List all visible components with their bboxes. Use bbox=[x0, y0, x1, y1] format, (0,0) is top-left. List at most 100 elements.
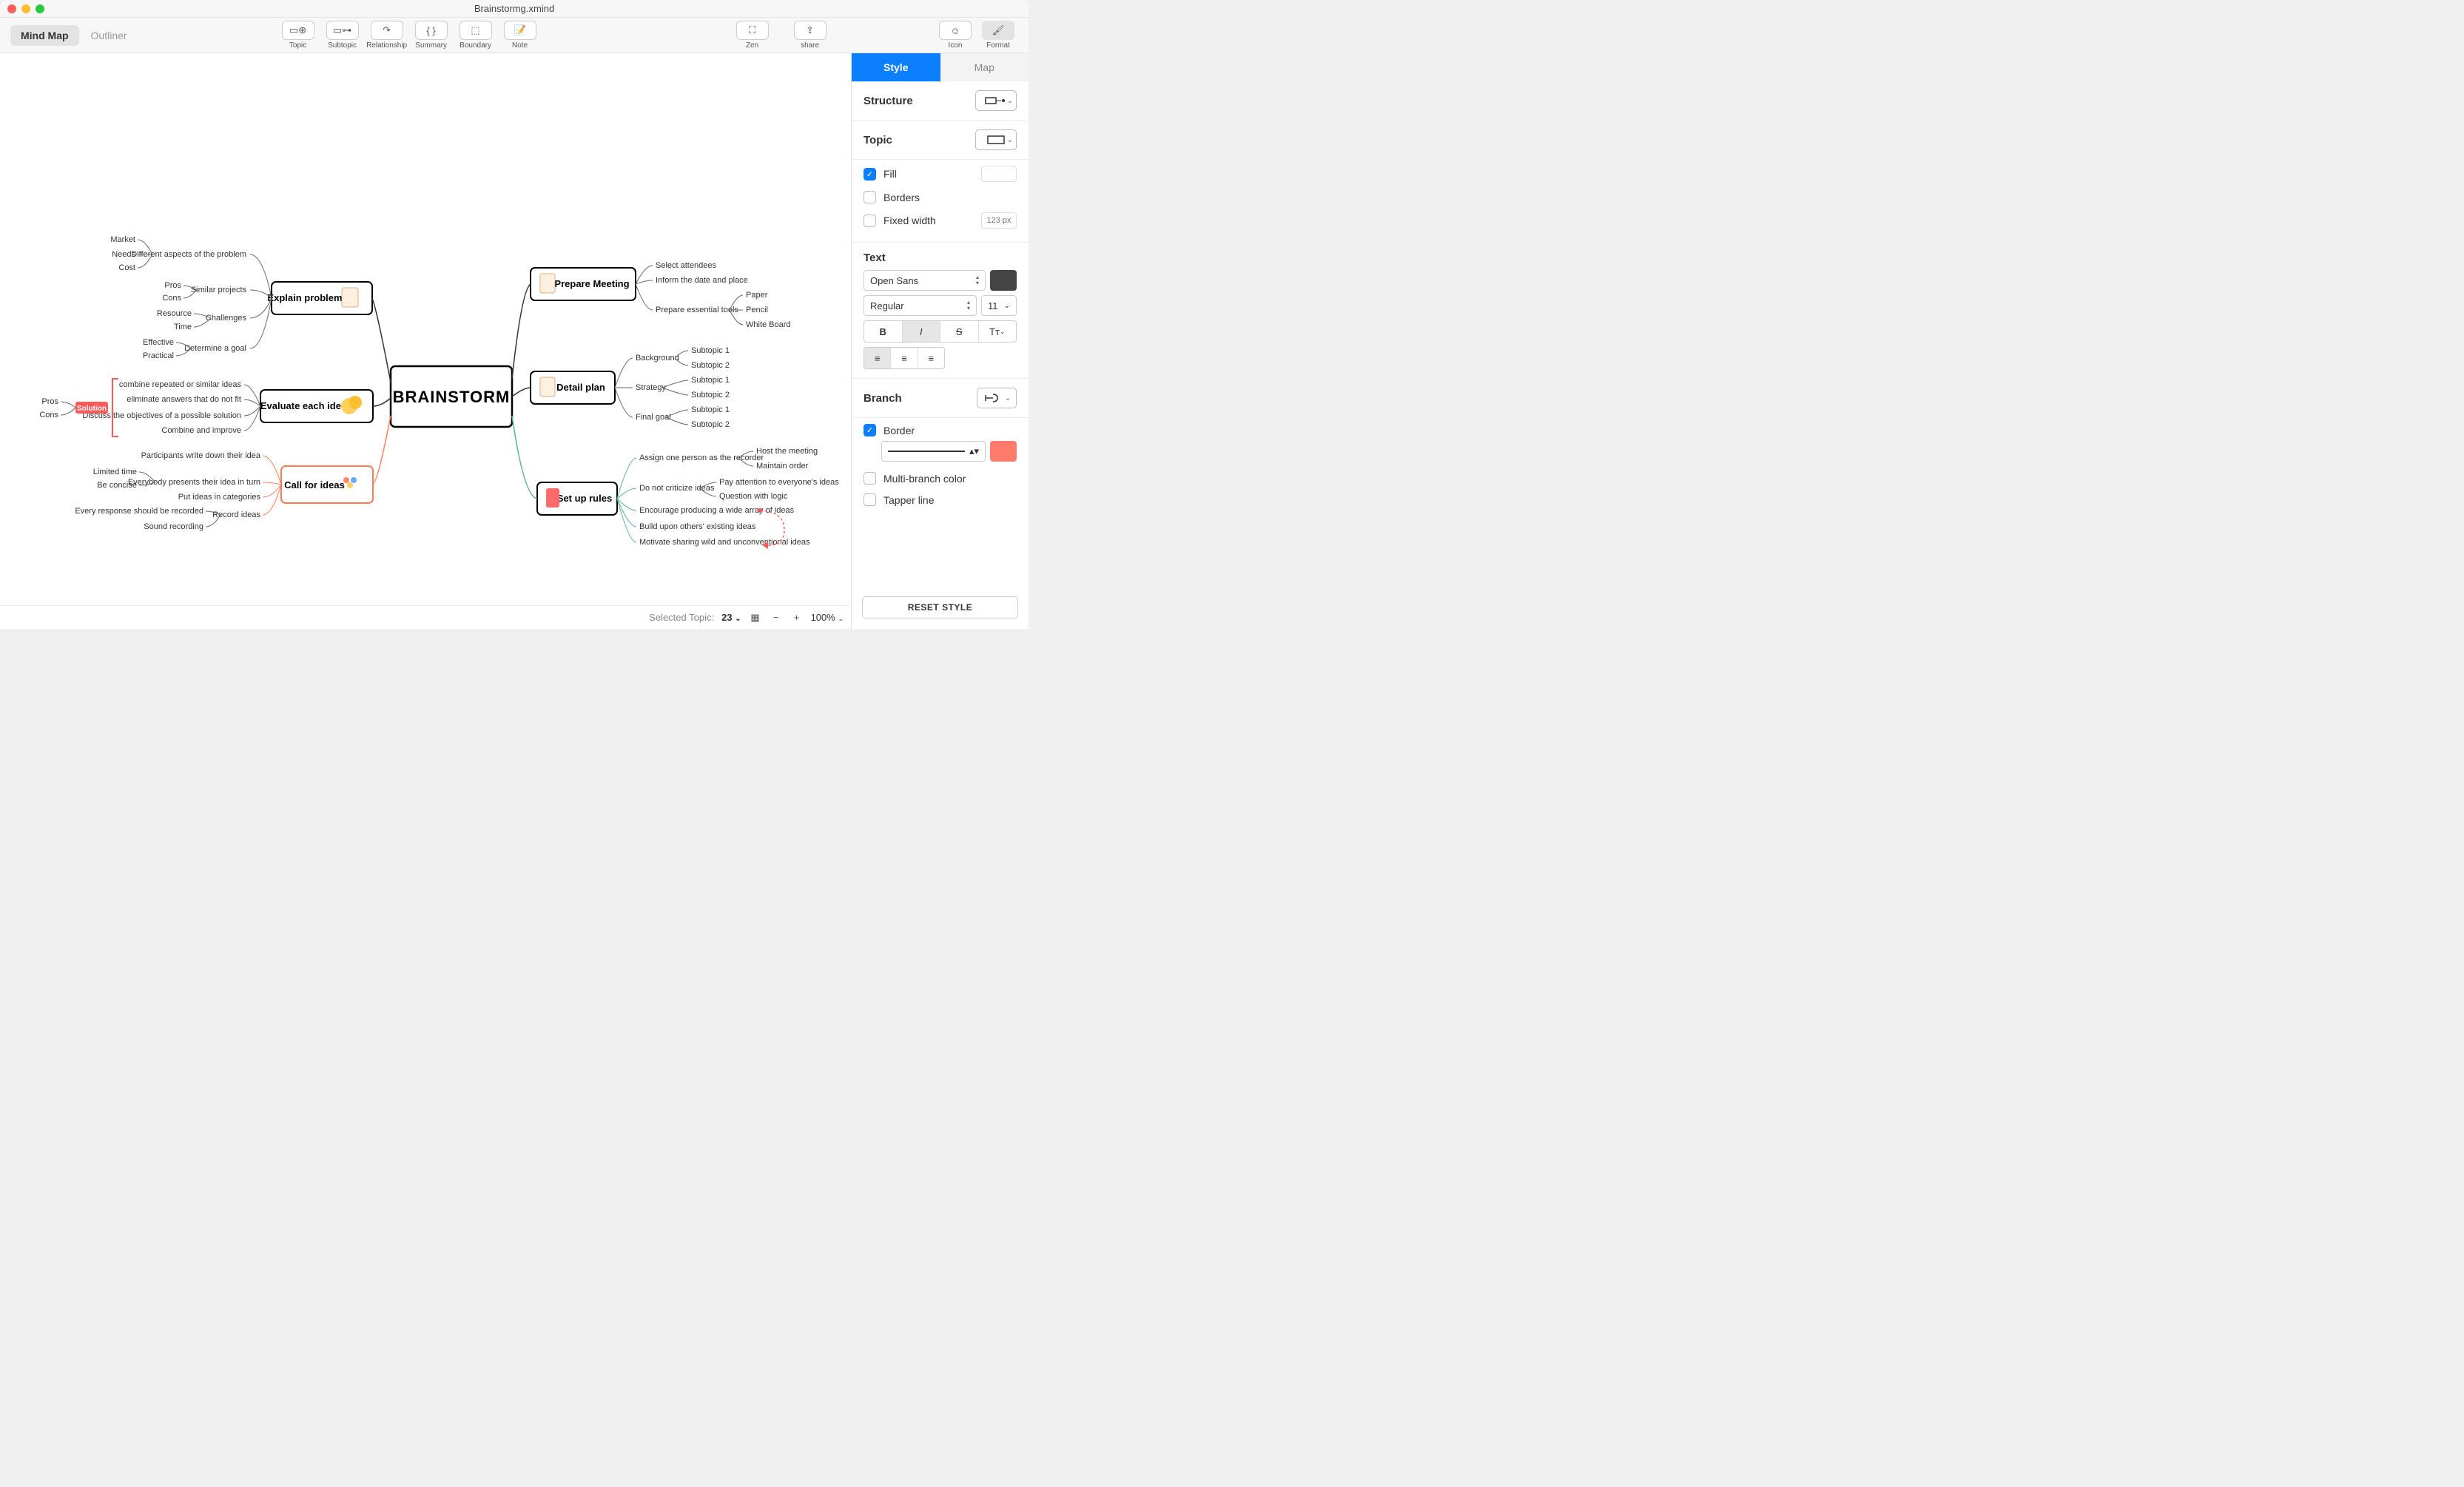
svg-text:Cons: Cons bbox=[162, 294, 181, 303]
structure-select[interactable]: ⌄ bbox=[975, 90, 1017, 111]
call-ideas-text: Call for ideas bbox=[284, 479, 345, 490]
text-case-button[interactable]: Tᴛ ⌄ bbox=[979, 321, 1017, 342]
svg-text:Resource: Resource bbox=[157, 309, 192, 318]
explain-problem-text: Explain problem bbox=[267, 292, 342, 303]
detail-plan-children: Background Strategy Final goal Subtopic … bbox=[615, 346, 730, 429]
branch-row: Branch ⌄ bbox=[852, 379, 1029, 418]
view-mindmap-tab[interactable]: Mind Map bbox=[10, 25, 79, 46]
border-color-swatch[interactable] bbox=[990, 441, 1017, 462]
maximize-window-button[interactable] bbox=[36, 4, 44, 13]
svg-text:Put ideas in categories: Put ideas in categories bbox=[178, 493, 261, 502]
svg-text:Pay attention to everyone's id: Pay attention to everyone's ideas bbox=[719, 478, 839, 487]
font-size-select[interactable]: 11⌄ bbox=[981, 295, 1017, 316]
view-toggle: Mind Map Outliner bbox=[10, 25, 138, 46]
bold-button[interactable]: B bbox=[864, 321, 903, 342]
call-ideas-children: Participants write down their idea Every… bbox=[75, 451, 281, 531]
topic-shape-select[interactable]: ⌄ bbox=[975, 129, 1017, 150]
traffic-lights bbox=[7, 4, 44, 13]
text-style-row: B I S Tᴛ ⌄ bbox=[864, 320, 1017, 343]
toolbar-icon-button[interactable]: ☺ Icon bbox=[935, 21, 975, 50]
svg-text:Sound recording: Sound recording bbox=[144, 522, 203, 531]
selected-topic-label: Selected Topic: bbox=[649, 612, 714, 623]
reset-style-button[interactable]: RESET STYLE bbox=[862, 596, 1018, 618]
align-center-button[interactable]: ≡ bbox=[891, 348, 918, 368]
book-icon bbox=[546, 488, 559, 508]
mindmap-canvas[interactable]: BRAINSTORM Explain problem Evaluate each… bbox=[0, 53, 851, 629]
svg-text:Practical: Practical bbox=[143, 351, 174, 360]
note-icon: 📝 bbox=[504, 21, 536, 40]
evaluate-children: combine repeated or similar ideas elimin… bbox=[82, 380, 260, 435]
structure-row: Structure ⌄ bbox=[852, 81, 1029, 121]
prepare-meeting-text: Prepare Meeting bbox=[554, 278, 629, 289]
toolbar-relationship-button[interactable]: ↷ Relationship bbox=[367, 21, 407, 50]
titlebar: Brainstormg.xmind bbox=[0, 0, 1029, 18]
relationship-icon: ↷ bbox=[371, 21, 403, 40]
svg-text:Subtopic 2: Subtopic 2 bbox=[691, 420, 730, 429]
multibranch-checkbox[interactable] bbox=[864, 472, 876, 485]
svg-text:Background: Background bbox=[636, 354, 679, 363]
font-family-select[interactable]: Open Sans▴▾ bbox=[864, 270, 986, 291]
tab-map[interactable]: Map bbox=[940, 53, 1029, 81]
text-color-swatch[interactable] bbox=[990, 270, 1017, 291]
setup-rules-children: Assign one person as the recorder Do not… bbox=[617, 447, 839, 549]
fill-color-swatch[interactable] bbox=[981, 166, 1017, 182]
fixed-width-input[interactable] bbox=[981, 212, 1017, 229]
svg-text:Paper: Paper bbox=[746, 291, 768, 300]
svg-text:Maintain order: Maintain order bbox=[756, 462, 809, 471]
toolbar-share-button[interactable]: ⇪ share bbox=[790, 21, 830, 50]
tapper-checkbox[interactable] bbox=[864, 493, 876, 506]
svg-text:Solution: Solution bbox=[77, 405, 107, 413]
fixed-width-checkbox[interactable] bbox=[864, 215, 876, 227]
border-checkbox[interactable]: ✓ bbox=[864, 424, 876, 436]
italic-button[interactable]: I bbox=[903, 321, 941, 342]
svg-text:Challenges: Challenges bbox=[206, 314, 247, 323]
align-right-button[interactable]: ≡ bbox=[918, 348, 944, 368]
svg-text:Build upon others' existing id: Build upon others' existing ideas bbox=[639, 522, 756, 531]
svg-text:Participants write down their: Participants write down their idea bbox=[141, 451, 261, 460]
toolbar-note-button[interactable]: 📝 Note bbox=[500, 21, 540, 50]
zoom-out-button[interactable]: − bbox=[770, 611, 783, 624]
toolbar-summary-button[interactable]: { } Summary bbox=[411, 21, 451, 50]
tab-style[interactable]: Style bbox=[852, 53, 940, 81]
mindmap-svg: BRAINSTORM Explain problem Evaluate each… bbox=[0, 53, 851, 629]
svg-text:combine repeated or similar id: combine repeated or similar ideas bbox=[119, 380, 242, 389]
format-panel: Style Map Structure ⌄ Topic ⌄ ✓ bbox=[851, 53, 1029, 629]
close-window-button[interactable] bbox=[7, 4, 16, 13]
toolbar-right-group: ☺ Icon 🖌 Format bbox=[935, 21, 1018, 50]
zoom-level[interactable]: 100% ⌄ bbox=[811, 612, 844, 623]
borders-checkbox[interactable] bbox=[864, 191, 876, 203]
branch-style-select[interactable]: ⌄ bbox=[977, 388, 1017, 408]
zoom-in-button[interactable]: + bbox=[790, 611, 804, 624]
svg-text:Question with logic: Question with logic bbox=[719, 492, 788, 501]
toolbar-subtopic-button[interactable]: ▭⊶ Subtopic bbox=[323, 21, 363, 50]
toolbar-main-group: ▭⊕ Topic ▭⊶ Subtopic ↷ Relationship { } … bbox=[278, 21, 540, 50]
explain-problem-children: Different aspects of the problem Similar… bbox=[110, 235, 272, 360]
summary-icon: { } bbox=[415, 21, 448, 40]
svg-text:Motivate sharing wild and unco: Motivate sharing wild and unconventional… bbox=[639, 538, 810, 547]
branch-options: ✓ Border ▴▾ Multi-branch color Tapper li… bbox=[852, 418, 1029, 519]
toolbar-format-button[interactable]: 🖌 Format bbox=[978, 21, 1018, 50]
toolbar-topic-button[interactable]: ▭⊕ Topic bbox=[278, 21, 318, 50]
minimize-window-button[interactable] bbox=[21, 4, 30, 13]
svg-text:Be concise: Be concise bbox=[97, 481, 137, 490]
map-overview-icon[interactable]: ▦ bbox=[749, 611, 762, 624]
selected-topic-count[interactable]: 23 ⌄ bbox=[721, 612, 741, 623]
text-section: Text Open Sans▴▾ Regular▴▾ 11⌄ B bbox=[852, 243, 1029, 379]
font-weight-select[interactable]: Regular▴▾ bbox=[864, 295, 977, 316]
subtopic-icon: ▭⊶ bbox=[326, 21, 359, 40]
view-outliner-tab[interactable]: Outliner bbox=[81, 25, 138, 46]
align-left-button[interactable]: ≡ bbox=[864, 348, 891, 368]
strike-button[interactable]: S bbox=[940, 321, 979, 342]
svg-text:Host the meeting: Host the meeting bbox=[756, 447, 818, 456]
svg-text:Final goal: Final goal bbox=[636, 413, 671, 422]
toolbar-zen-button[interactable]: ⛶ Zen bbox=[733, 21, 772, 50]
svg-text:Subtopic 2: Subtopic 2 bbox=[691, 391, 730, 399]
setup-rules-text: Set up rules bbox=[557, 493, 612, 504]
fill-checkbox[interactable]: ✓ bbox=[864, 168, 876, 181]
svg-text:Limited time: Limited time bbox=[93, 468, 137, 476]
line-style-select[interactable]: ▴▾ bbox=[881, 441, 986, 462]
boundary-icon: ⬚ bbox=[460, 21, 492, 40]
svg-text:Prepare essential tools: Prepare essential tools bbox=[656, 306, 738, 314]
svg-text:Subtopic 1: Subtopic 1 bbox=[691, 405, 730, 414]
toolbar-boundary-button[interactable]: ⬚ Boundary bbox=[456, 21, 496, 50]
